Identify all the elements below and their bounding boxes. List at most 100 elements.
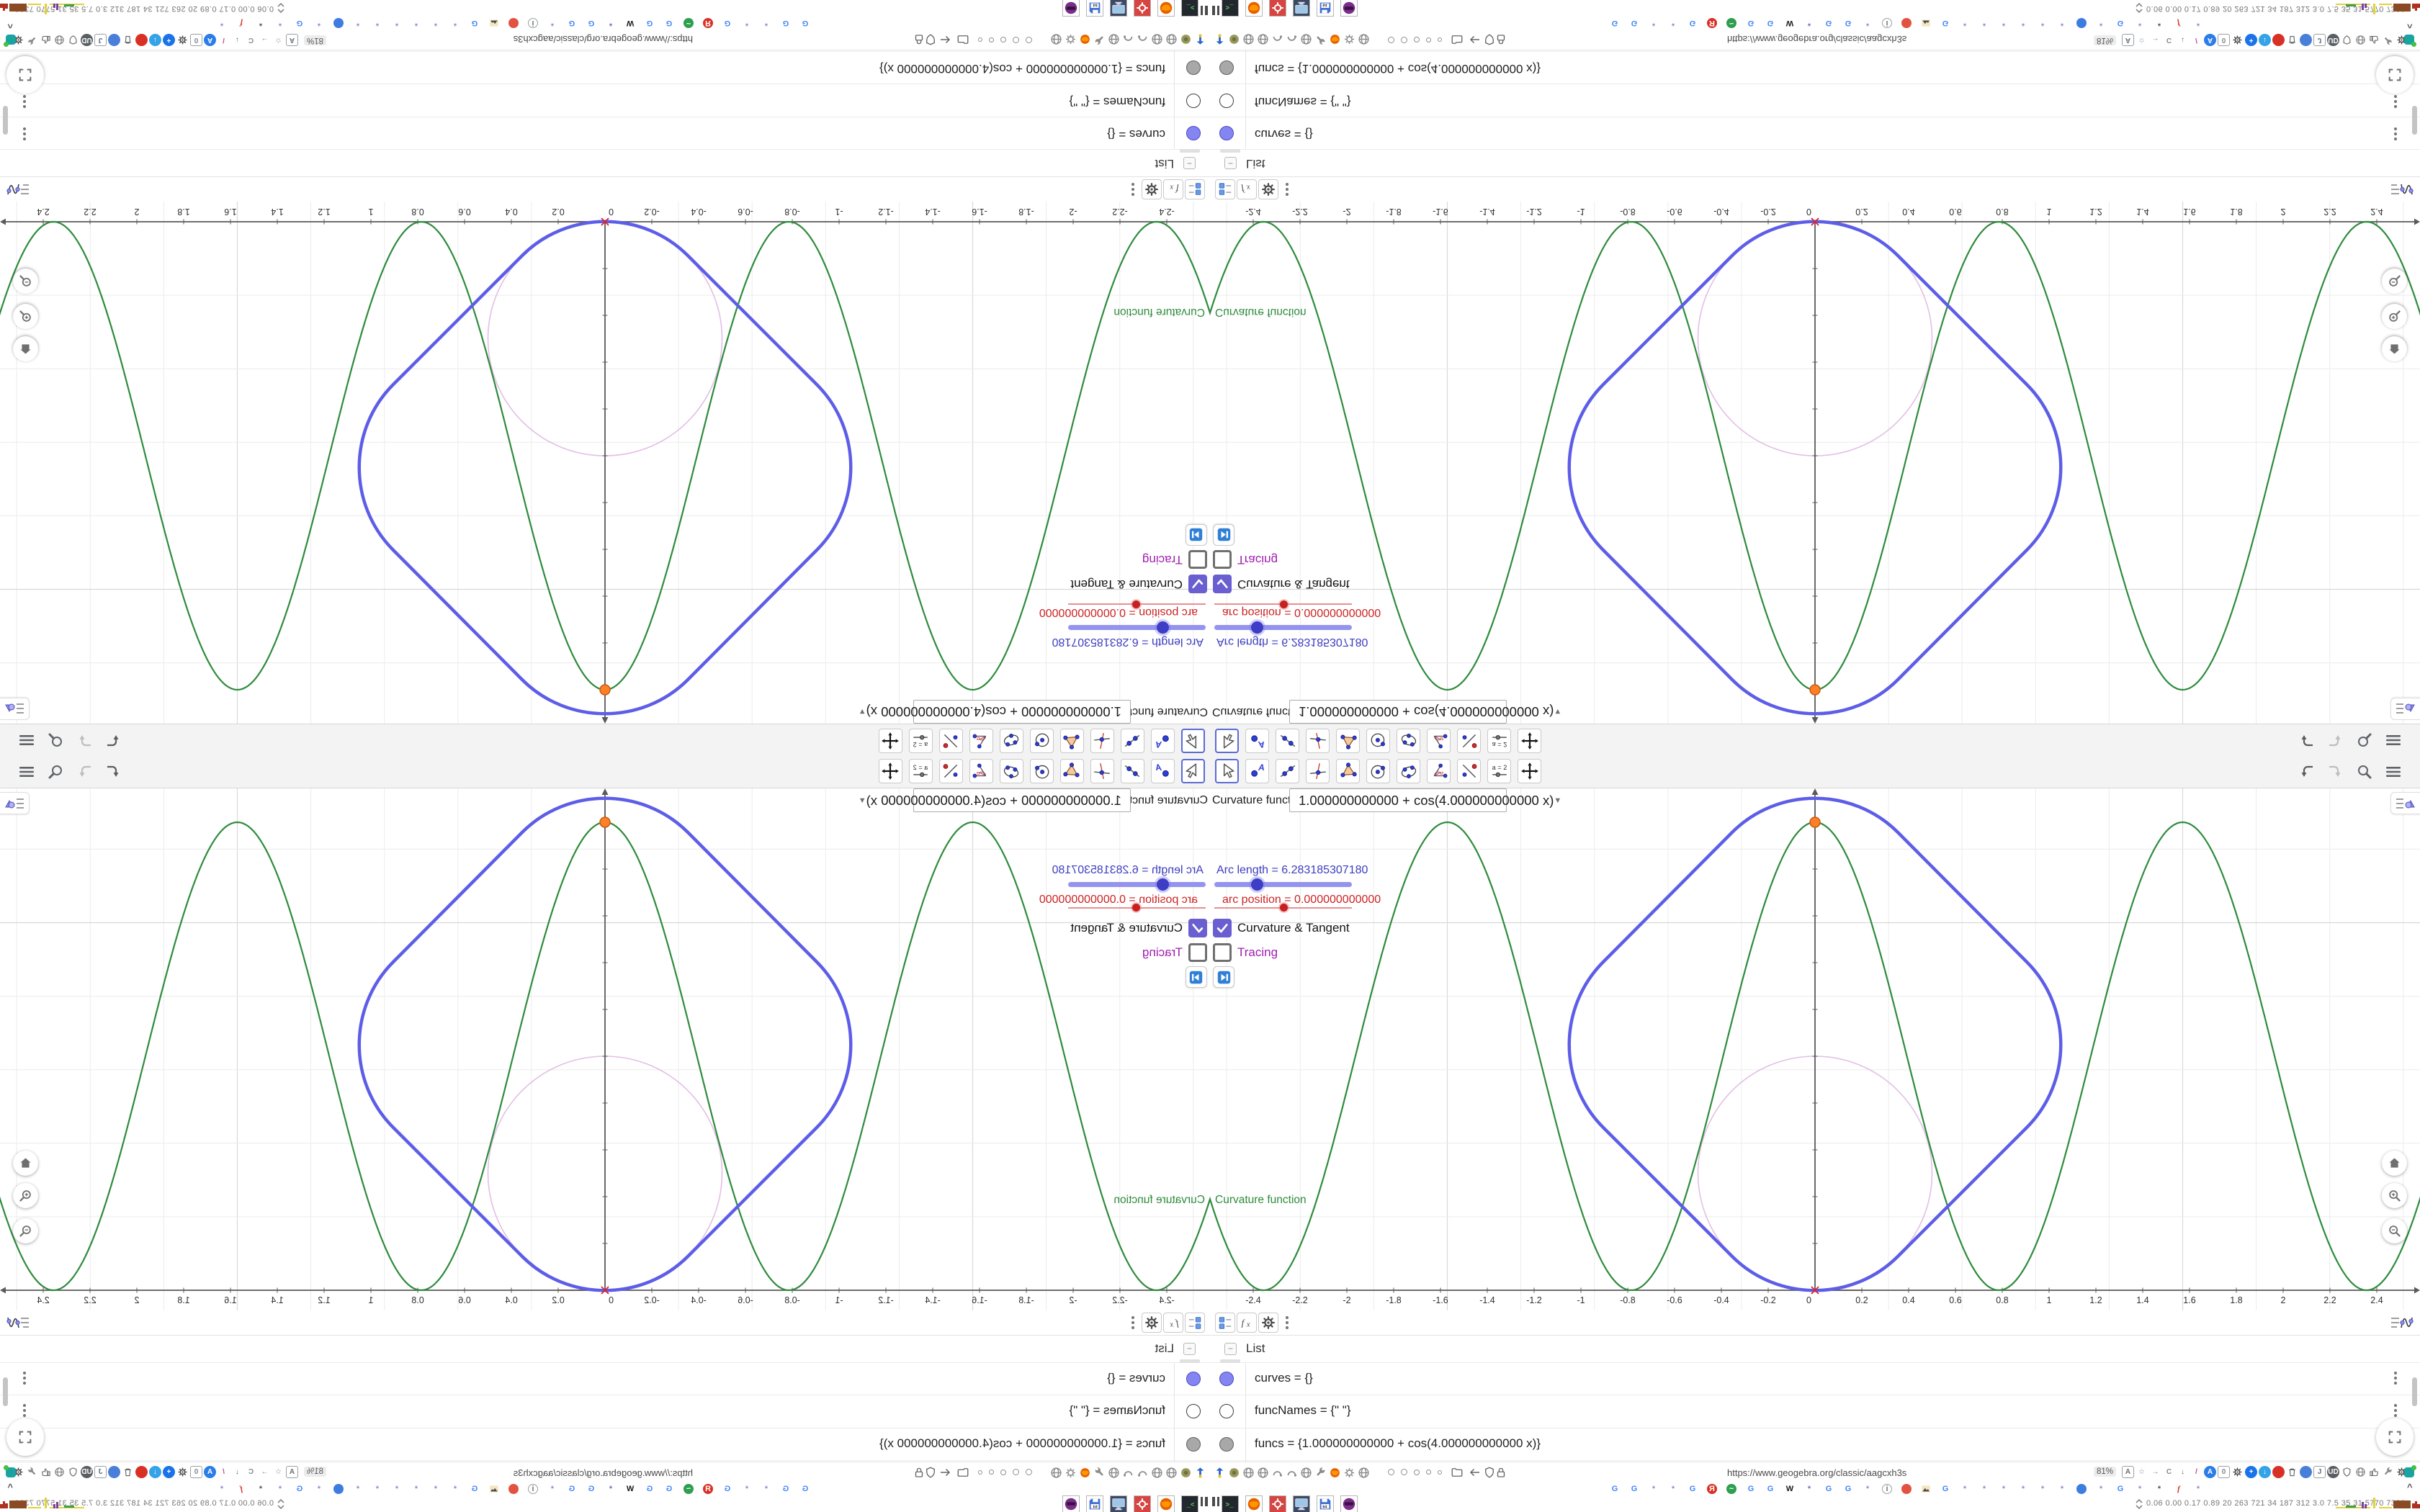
icon-[interactable]: * xyxy=(2018,18,2028,28)
tangent-tool-button[interactable] xyxy=(1457,759,1481,783)
icon-[interactable]: * xyxy=(392,18,402,28)
gear-icon[interactable] xyxy=(2231,34,2244,46)
icon-[interactable]: + xyxy=(163,1466,175,1478)
curvature-tangent-checkbox[interactable] xyxy=(1188,575,1207,593)
zoom-out-button[interactable] xyxy=(2382,1218,2407,1243)
arc-length-slider-label[interactable]: Arc length = 6.283185307180 xyxy=(1052,635,1204,648)
drag-handle[interactable] xyxy=(1220,149,1240,153)
icon-[interactable]: * xyxy=(2057,1484,2067,1494)
arc-length-slider-knob[interactable] xyxy=(1251,621,1263,634)
mtn-icon[interactable] xyxy=(489,18,499,28)
pin-icon[interactable] xyxy=(1194,33,1207,46)
globe-icon[interactable] xyxy=(1165,1466,1178,1479)
icon-g[interactable]: G xyxy=(470,1484,480,1494)
icon-[interactable]: * xyxy=(353,18,363,28)
globe-icon[interactable] xyxy=(1299,1466,1312,1479)
icon-[interactable]: * xyxy=(2193,18,2203,28)
icon-g[interactable]: G xyxy=(586,18,596,28)
kebab-menu-icon[interactable] xyxy=(1131,1316,1135,1331)
icon-[interactable]: * xyxy=(217,18,227,28)
settings-gear-button[interactable] xyxy=(1142,1313,1162,1333)
gear-icon[interactable] xyxy=(2231,1466,2244,1478)
icon-[interactable]: Я xyxy=(703,18,713,28)
hamburger-menu-icon[interactable] xyxy=(17,731,37,750)
algebra-row[interactable]: funcs = {1.000000000000 + cos(4.00000000… xyxy=(0,1428,1210,1461)
fullscreen-button[interactable] xyxy=(2376,56,2414,94)
taskbar-app-icons[interactable]: >_ 64 xyxy=(1062,0,1198,17)
icon-c[interactable]: C xyxy=(245,34,257,46)
mon-app-icon[interactable] xyxy=(1293,1495,1310,1512)
angle-tool-button[interactable]: α xyxy=(969,759,993,783)
algebra-row[interactable]: curves = {} xyxy=(1210,1363,2420,1396)
icon-[interactable]: * xyxy=(2096,1484,2106,1494)
icon-[interactable]: ~ xyxy=(684,18,694,28)
icon-0[interactable]: 0 xyxy=(190,1466,202,1478)
globe-icon[interactable] xyxy=(1165,33,1178,46)
globe-icon[interactable] xyxy=(1357,1466,1370,1479)
collapse-icon[interactable]: − xyxy=(1224,157,1237,169)
arc-length-slider[interactable] xyxy=(1214,882,1352,887)
icon-[interactable]: + xyxy=(2245,1466,2257,1478)
icon-[interactable]: ↓ xyxy=(149,34,161,46)
kebab-menu-icon[interactable] xyxy=(22,1404,27,1419)
browser-toolbar-icons[interactable] xyxy=(1050,1466,1207,1479)
list-header-row[interactable]: − List xyxy=(1210,149,2420,176)
bookmarks-bar-favicons[interactable]: G G * * G Я ~ G G W * G G * i G * * * * * * * G * * f * xyxy=(1610,1484,2203,1494)
browser-toolbar-icons[interactable] xyxy=(1213,1466,1370,1479)
zoom-in-button[interactable] xyxy=(2382,304,2407,329)
folder-icon[interactable] xyxy=(1451,1466,1464,1480)
icon-[interactable]: * xyxy=(450,1484,460,1494)
tab-circle-icons[interactable] xyxy=(978,1469,1032,1475)
icon-g[interactable]: G xyxy=(1746,18,1756,28)
extension-icons[interactable]: A ☆ → C ↓ / A 0 + ↓ J UD xyxy=(2122,34,2408,46)
dot-icon[interactable] xyxy=(508,1484,519,1494)
dot-icon[interactable] xyxy=(135,1466,148,1478)
circle-icon[interactable] xyxy=(1414,37,1420,43)
circle-icon[interactable] xyxy=(1388,1469,1394,1475)
tracing-checkbox[interactable] xyxy=(1213,943,1232,962)
icon-j[interactable]: J xyxy=(2313,34,2326,46)
floppy-app-icon[interactable]: 64 xyxy=(1086,0,1103,17)
circle-icon[interactable] xyxy=(1426,37,1431,42)
icon-[interactable]: * xyxy=(1999,1484,2009,1494)
stylebar-toggle-icon[interactable] xyxy=(0,698,30,720)
icon-[interactable]: * xyxy=(1649,1484,1659,1494)
icon-[interactable]: * xyxy=(547,18,557,28)
wrench-icon[interactable] xyxy=(26,34,38,46)
globe-icon[interactable] xyxy=(1299,33,1312,46)
gear-icon[interactable] xyxy=(176,34,189,46)
dot-icon[interactable] xyxy=(508,18,519,28)
play-pause-button[interactable] xyxy=(1213,524,1234,546)
gearw-app-icon[interactable] xyxy=(1134,0,1151,17)
trash-icon[interactable] xyxy=(122,34,134,46)
icon-g[interactable]: G xyxy=(664,1484,674,1494)
redo-icon[interactable] xyxy=(2323,762,2343,781)
tracing-checkbox[interactable] xyxy=(1213,550,1232,569)
tab-circle-icons[interactable] xyxy=(1388,1469,1442,1475)
search-icon[interactable] xyxy=(46,731,66,750)
dot-icon[interactable] xyxy=(333,1484,344,1494)
globe-icon[interactable] xyxy=(1357,33,1370,46)
dot-icon[interactable] xyxy=(2300,1466,2312,1478)
dot-icon[interactable] xyxy=(2272,34,2285,46)
ellipse-tool-button[interactable] xyxy=(1397,759,1420,783)
algebra-row[interactable]: funcNames = {" "} xyxy=(1210,84,2420,117)
scrollbar[interactable] xyxy=(3,1377,8,1406)
icon-g[interactable]: G xyxy=(1824,1484,1834,1494)
kebab-menu-icon[interactable] xyxy=(2393,1372,2398,1387)
icon-[interactable]: * xyxy=(1804,18,1814,28)
icon-[interactable]: * xyxy=(392,1484,402,1494)
pin-icon[interactable] xyxy=(1213,33,1226,46)
slider-tool-button[interactable]: a = 2 xyxy=(1487,759,1511,783)
folder-icon[interactable] xyxy=(956,1466,969,1480)
icon-[interactable]: * xyxy=(547,1484,557,1494)
gearL-icon[interactable] xyxy=(1343,1466,1355,1479)
circle-tool-button[interactable] xyxy=(1366,759,1390,783)
search-icon[interactable] xyxy=(46,762,66,781)
icon-g[interactable]: G xyxy=(295,1484,305,1494)
curvature-tangent-checkbox[interactable] xyxy=(1213,575,1232,593)
mask-app-icon[interactable] xyxy=(1062,0,1080,17)
icon-g[interactable]: G xyxy=(1824,18,1834,28)
algebra-row[interactable]: funcNames = {" "} xyxy=(1210,1395,2420,1428)
extension-icons[interactable]: A ☆ → C ↓ / A 0 + ↓ J UD xyxy=(12,1466,298,1478)
